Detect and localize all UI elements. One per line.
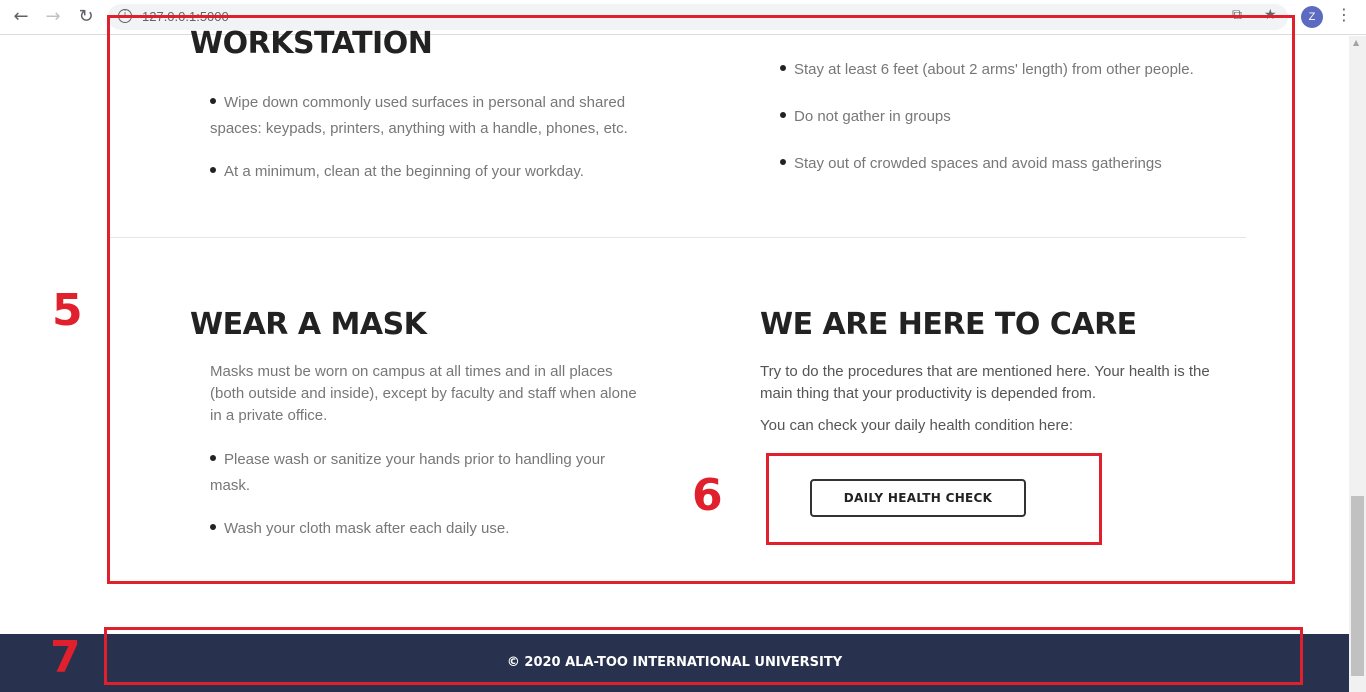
profile-avatar[interactable]: Z [1301,6,1323,28]
annotation-box-6 [766,453,1102,545]
annotation-box-7 [104,627,1303,685]
annotation-label-6: 6 [692,470,723,521]
scrollbar-thumb[interactable] [1351,496,1364,676]
forward-icon[interactable]: → [42,6,64,28]
reload-icon[interactable]: ↻ [75,6,97,28]
scroll-up-icon[interactable]: ▲ [1353,38,1359,47]
back-icon[interactable]: ← [10,6,32,28]
menu-icon[interactable]: ⋮ [1336,5,1352,24]
annotation-label-5: 5 [52,285,83,336]
annotation-label-7: 7 [50,632,81,683]
